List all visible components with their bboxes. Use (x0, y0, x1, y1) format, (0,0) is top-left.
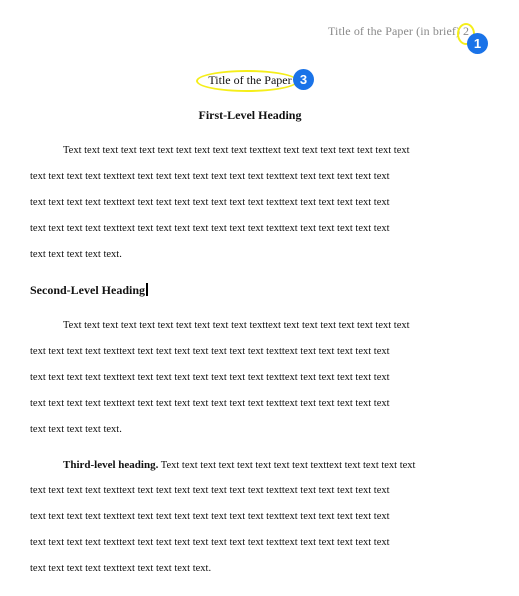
document-page: Title of the Paper (in brief) 2 1 Title … (0, 0, 519, 596)
para3-line-1: Third-level heading. Text text text text… (63, 459, 415, 471)
para1-line-1: Text text text text text text text text … (63, 145, 410, 156)
second-level-heading-row: Second-Level Heading (30, 283, 148, 298)
running-head: Title of the Paper (in brief) (328, 24, 461, 38)
para2-line-1: Text text text text text text text text … (63, 320, 410, 331)
first-level-heading: First-Level Heading (198, 108, 302, 122)
para3-line-4: text text text text texttext text text t… (30, 537, 390, 548)
para3-line-1-text: Text text text text text text text text … (158, 460, 416, 471)
para3-line-5: text text text text texttext text text t… (30, 563, 212, 574)
para2-line-4: text text text text texttext text text t… (30, 398, 390, 409)
callout-badge-3: 3 (293, 69, 314, 90)
para3-line-3: text text text text texttext text text t… (30, 511, 390, 522)
callout-badge-1: 1 (467, 33, 488, 54)
text-cursor (146, 283, 148, 296)
para3-line-2: text text text text texttext text text t… (30, 485, 390, 496)
para2-line-5: text text text text text. (30, 424, 122, 435)
para2-line-2: text text text text texttext text text t… (30, 346, 390, 357)
second-level-heading: Second-Level Heading (30, 283, 146, 297)
para1-line-2: text text text text texttext text text t… (30, 171, 390, 182)
para1-line-5: text text text text text. (30, 249, 122, 260)
para1-line-4: text text text text texttext text text t… (30, 223, 390, 234)
paper-title: Title of the Paper (208, 73, 292, 87)
third-level-heading: Third-level heading. (63, 459, 159, 471)
para1-line-3: text text text text texttext text text t… (30, 197, 390, 208)
para2-line-3: text text text text texttext text text t… (30, 372, 390, 383)
